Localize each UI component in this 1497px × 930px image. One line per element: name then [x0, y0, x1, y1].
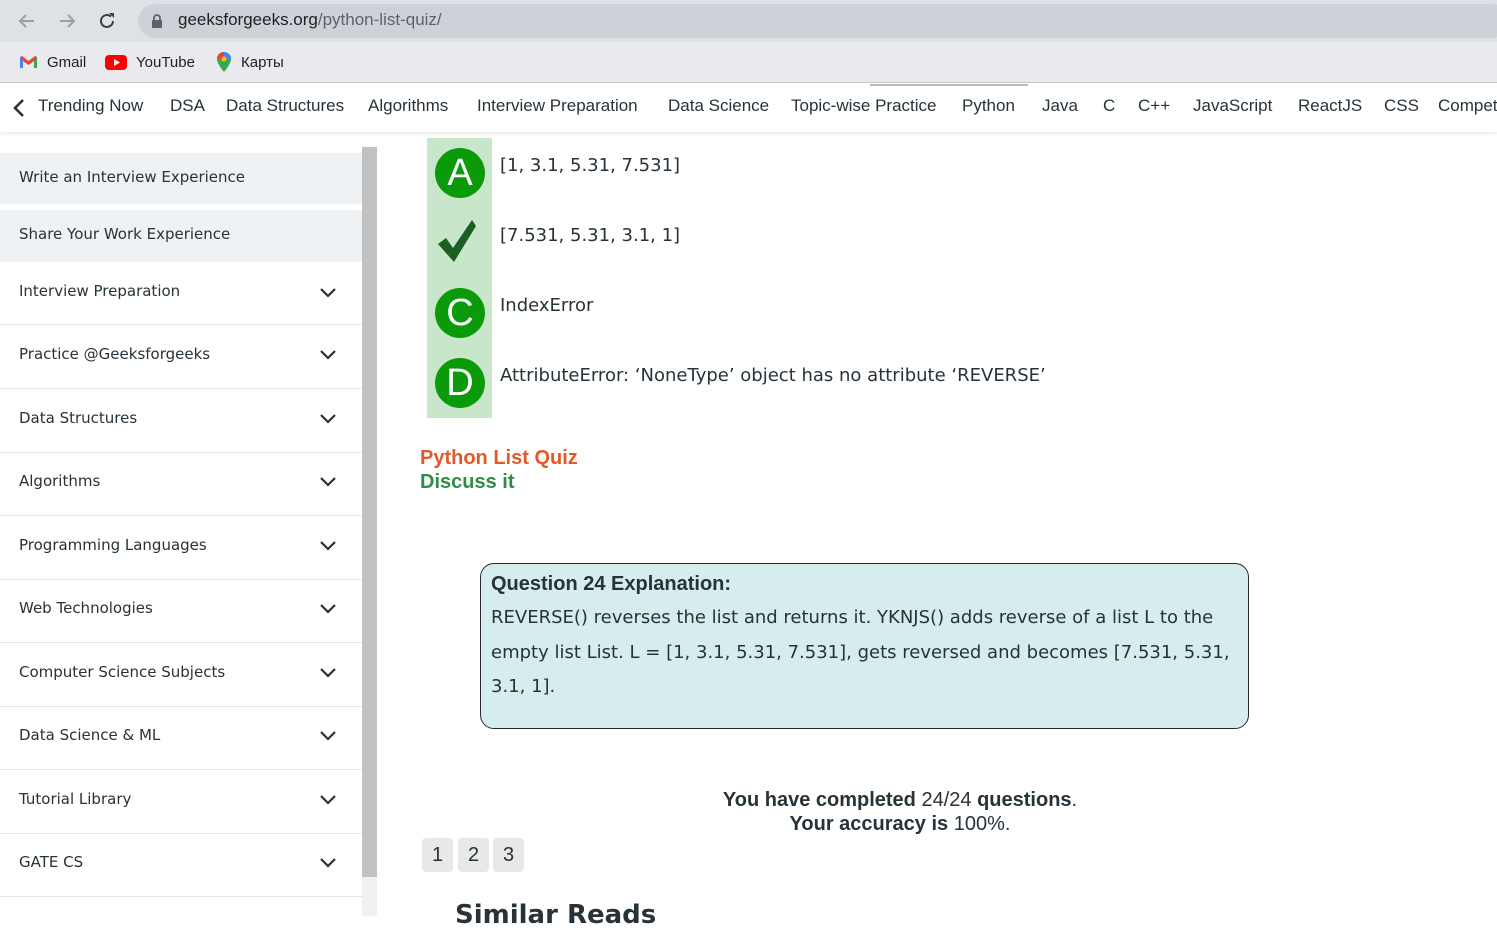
nav-data-structures[interactable]: Data Structures — [226, 96, 344, 116]
checkmark-icon[interactable] — [436, 218, 478, 264]
sidebar-item-practice[interactable]: Practice @Geeksforgeeks — [0, 325, 362, 389]
sidebar-item-label: Algorithms — [19, 472, 101, 490]
discuss-it-link[interactable]: Discuss it — [420, 471, 514, 494]
youtube-icon — [105, 54, 127, 70]
sidebar-item-gate-cs[interactable]: GATE CS — [0, 833, 362, 897]
accuracy-value: 100% — [953, 813, 1005, 835]
chevron-down-icon — [320, 414, 336, 424]
chevron-down-icon — [320, 668, 336, 678]
chevron-down-icon — [320, 604, 336, 614]
site-navigation: Trending Now DSA Data Structures Algorit… — [0, 84, 1497, 132]
option-a-badge[interactable]: A — [435, 148, 485, 198]
sidebar-item-label: Practice @Geeksforgeeks — [19, 345, 211, 363]
nav-java[interactable]: Java — [1042, 96, 1078, 116]
completed-prefix: You have completed — [722, 789, 916, 811]
completion-summary: You have completed 24/24 questions. — [722, 789, 1078, 811]
chevron-down-icon — [320, 541, 336, 551]
sidebar-item-data-structures[interactable]: Data Structures — [0, 389, 362, 453]
chevron-down-icon — [320, 731, 336, 741]
bookmark-gmail[interactable]: Gmail — [19, 51, 86, 73]
back-arrow-icon — [18, 14, 34, 28]
forward-button[interactable] — [54, 8, 80, 34]
url-path: /python-list-quiz/ — [317, 10, 442, 29]
url-text: geeksforgeeks.org/python-list-quiz/ — [178, 10, 442, 30]
explanation-title: Question 24 Explanation: — [491, 573, 732, 595]
bookmark-label: YouTube — [136, 53, 195, 71]
bookmarks-bar: Gmail YouTube Карты — [0, 42, 1497, 83]
completed-suffix: questions — [977, 789, 1072, 811]
back-button[interactable] — [14, 8, 40, 34]
nav-trending-now[interactable]: Trending Now — [38, 96, 143, 116]
sidebar-item-computer-science-subjects[interactable]: Computer Science Subjects — [0, 643, 362, 707]
sidebar-item-programming-languages[interactable]: Programming Languages — [0, 516, 362, 580]
chevron-down-icon — [320, 858, 336, 868]
maps-pin-icon — [217, 52, 231, 72]
sidebar-scrollbar-thumb[interactable] — [362, 147, 377, 877]
reload-button[interactable] — [94, 8, 120, 34]
option-d-text[interactable]: AttributeError: ‘NoneType’ object has no… — [500, 365, 1046, 386]
option-c-badge[interactable]: C — [435, 288, 485, 338]
reload-icon — [100, 13, 114, 28]
sidebar: Write an Interview Experience Share Your… — [0, 147, 362, 916]
option-b-text[interactable]: [7.531, 5.31, 3.1, 1] — [500, 225, 680, 246]
accuracy-summary: Your accuracy is 100%. — [789, 813, 1011, 835]
nav-c[interactable]: C — [1103, 96, 1115, 116]
sidebar-item-algorithms[interactable]: Algorithms — [0, 452, 362, 516]
sidebar-item-label: Computer Science Subjects — [19, 663, 226, 681]
page-button-3[interactable]: 3 — [493, 838, 524, 872]
sidebar-item-tutorial-library[interactable]: Tutorial Library — [0, 770, 362, 834]
completed-value: 24/24 — [921, 789, 972, 811]
chevron-down-icon — [320, 350, 336, 360]
forward-arrow-icon — [60, 14, 76, 28]
sidebar-item-data-science-ml[interactable]: Data Science & ML — [0, 706, 362, 770]
bookmark-label: Карты — [241, 53, 284, 71]
sidebar-item-web-technologies[interactable]: Web Technologies — [0, 579, 362, 643]
write-interview-experience-button[interactable]: Write an Interview Experience — [0, 153, 362, 204]
nav-reactjs[interactable]: ReactJS — [1298, 96, 1362, 116]
nav-css[interactable]: CSS — [1384, 96, 1419, 116]
sidebar-item-label: GATE CS — [19, 853, 84, 871]
nav-active-indicator — [870, 84, 1028, 86]
explanation-body: REVERSE() reverses the list and returns … — [491, 607, 1230, 697]
sidebar-item-label: Interview Preparation — [19, 282, 181, 300]
nav-data-science[interactable]: Data Science — [668, 96, 769, 116]
bookmark-maps[interactable]: Карты — [216, 51, 284, 73]
sidebar-item-label: Tutorial Library — [19, 790, 132, 808]
page-button-1[interactable]: 1 — [422, 838, 453, 872]
option-a-text[interactable]: [1, 3.1, 5.31, 7.531] — [500, 155, 680, 176]
nav-dsa[interactable]: DSA — [170, 96, 205, 116]
sidebar-item-label: Web Technologies — [19, 599, 153, 617]
sidebar-item-label: Data Science & ML — [19, 726, 161, 744]
nav-algorithms[interactable]: Algorithms — [368, 96, 448, 116]
sidebar-item-label: Programming Languages — [19, 536, 207, 554]
nav-interview-preparation[interactable]: Interview Preparation — [477, 96, 638, 116]
lock-icon — [152, 14, 162, 28]
chevron-left-icon[interactable] — [12, 98, 26, 118]
page-button-2[interactable]: 2 — [458, 838, 489, 872]
nav-topic-wise-practice[interactable]: Topic-wise Practice — [791, 96, 937, 116]
chevron-down-icon — [320, 288, 336, 298]
accuracy-prefix: Your accuracy is — [789, 813, 949, 835]
chevron-down-icon — [320, 477, 336, 487]
chevron-down-icon — [320, 795, 336, 805]
url-domain: geeksforgeeks.org — [178, 10, 318, 29]
option-c-text[interactable]: IndexError — [500, 295, 593, 316]
bookmark-youtube[interactable]: YouTube — [105, 51, 195, 73]
option-d-badge[interactable]: D — [435, 358, 485, 408]
sidebar-item-interview-preparation[interactable]: Interview Preparation — [0, 262, 362, 325]
address-bar[interactable]: geeksforgeeks.org/python-list-quiz/ — [138, 4, 1497, 38]
python-list-quiz-link[interactable]: Python List Quiz — [420, 447, 578, 470]
nav-cpp[interactable]: C++ — [1138, 96, 1170, 116]
nav-javascript[interactable]: JavaScript — [1193, 96, 1272, 116]
nav-competitive[interactable]: Compet — [1438, 96, 1497, 116]
nav-python[interactable]: Python — [962, 96, 1015, 116]
bookmark-label: Gmail — [47, 53, 87, 71]
browser-toolbar: geeksforgeeks.org/python-list-quiz/ — [0, 0, 1497, 42]
share-work-experience-button[interactable]: Share Your Work Experience — [0, 210, 362, 262]
sidebar-item-label: Data Structures — [19, 409, 138, 427]
gmail-icon — [20, 56, 37, 68]
explanation-box: Question 24 Explanation: REVERSE() rever… — [480, 563, 1249, 729]
similar-reads-heading: Similar Reads — [455, 900, 657, 930]
